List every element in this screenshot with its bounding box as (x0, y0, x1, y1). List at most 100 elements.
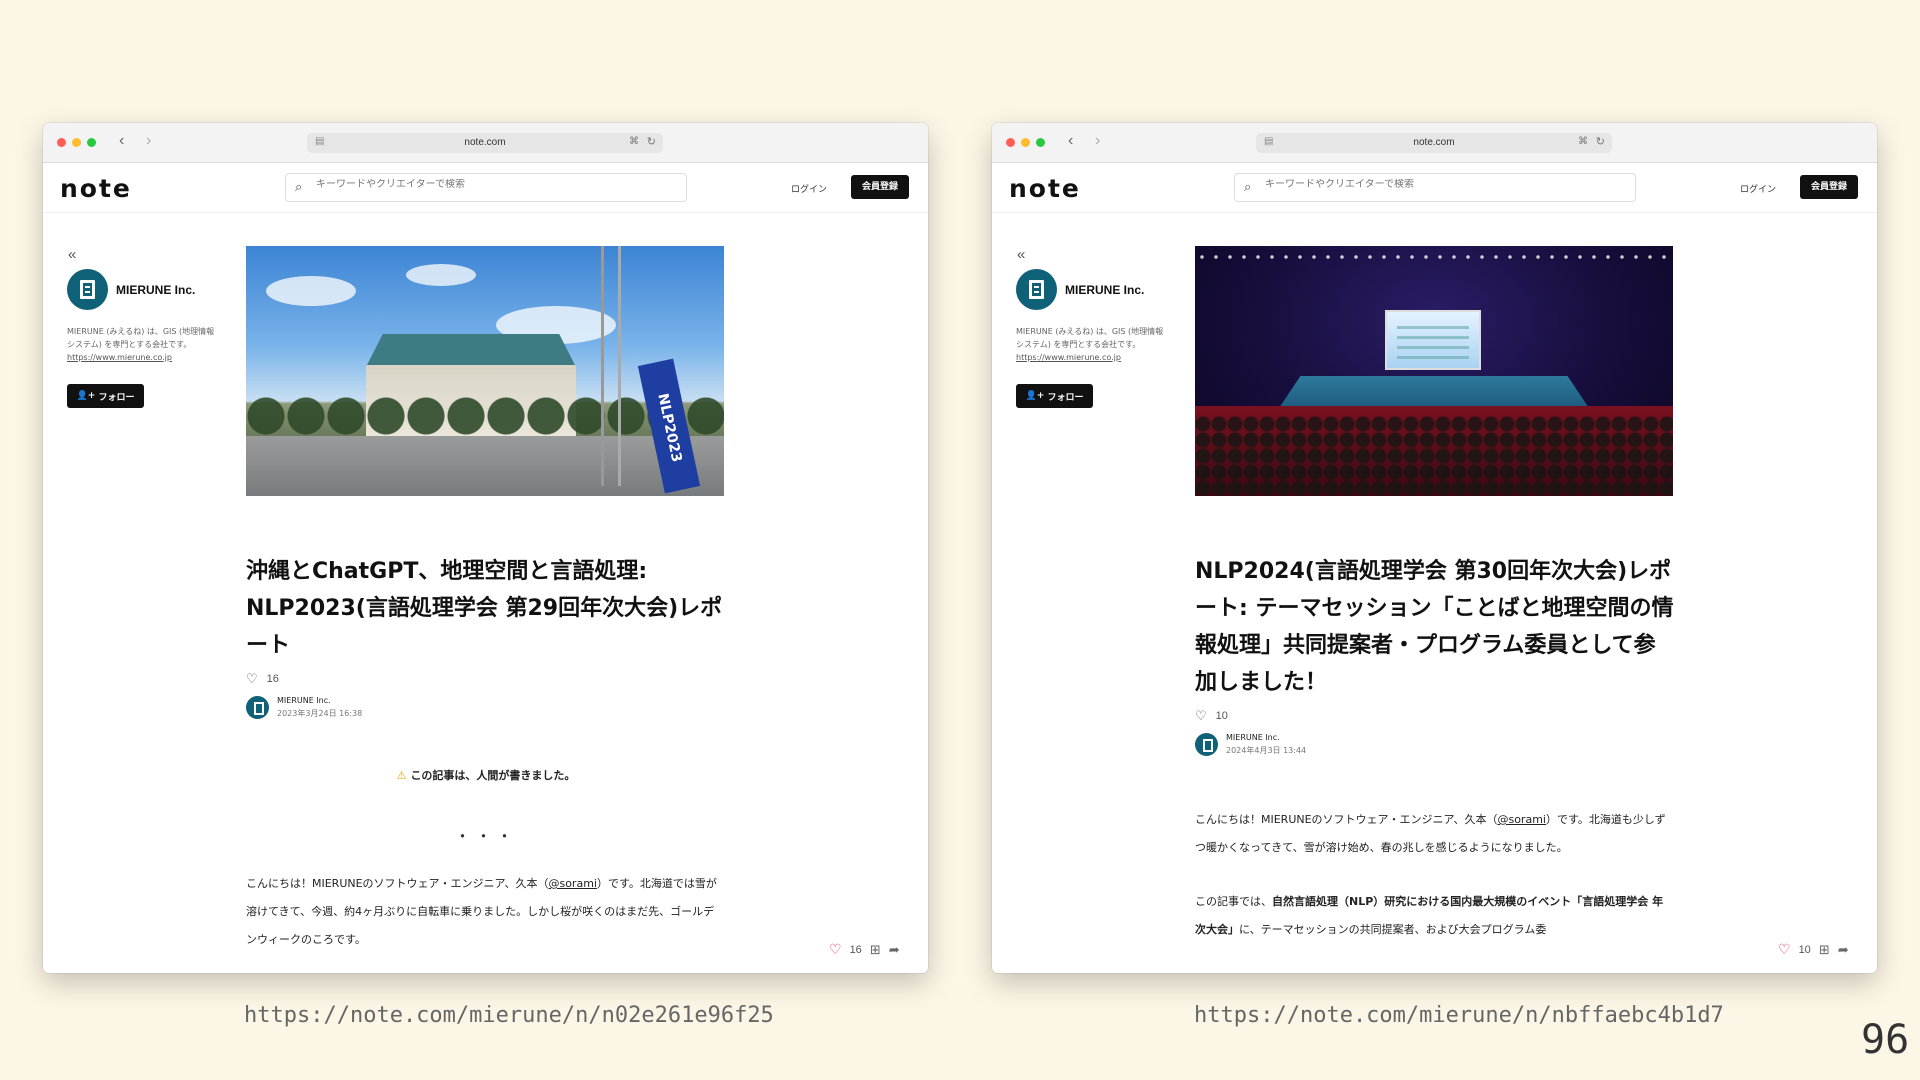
note-logo[interactable]: note (60, 174, 132, 203)
like-count[interactable]: ♡ 10 (1195, 708, 1675, 724)
note-logo[interactable]: note (1009, 174, 1081, 203)
minimize-window-button[interactable] (72, 138, 81, 147)
search-input[interactable] (1265, 179, 1625, 190)
like-count-value: 16 (266, 673, 279, 685)
creator-bio: MIERUNE (みえるね) は、GIS (地理情報システム) を専門とする会社… (1016, 325, 1166, 364)
body-text: こんにちは！MIERUNEのソフトウェア・エンジニア、久本（ (1195, 813, 1498, 826)
browser-toolbar: ‹ › ▤ note.com ⌘ ↻ (992, 123, 1877, 163)
floating-like-count: 10 (1798, 943, 1811, 956)
article-url-caption-right: https://note.com/mierune/n/nbffaebc4b1d7 (1194, 1003, 1724, 1028)
publish-date: 2024年4月3日 13:44 (1226, 746, 1307, 755)
follow-button[interactable]: 👤+ フォロー (67, 384, 144, 408)
back-arrow-icon[interactable]: ‹ (1068, 132, 1073, 150)
zoom-window-button[interactable] (87, 138, 96, 147)
bio-text: MIERUNE (みえるね) は、GIS (地理情報システム) を専門とする会社… (1016, 327, 1164, 349)
publish-date: 2023年3月24日 16:38 (277, 709, 363, 718)
creator-sidebar: « MIERUNE Inc. MIERUNE (みえるね) は、GIS (地理情… (1016, 246, 1166, 408)
window-controls[interactable] (1006, 138, 1045, 147)
avatar[interactable] (67, 269, 108, 310)
signup-button[interactable]: 会員登録 (851, 175, 909, 199)
creator-profile[interactable]: MIERUNE Inc. (67, 269, 217, 310)
collapse-icon[interactable]: « (1017, 246, 1166, 263)
address-bar[interactable]: ▤ note.com ⌘ ↻ (1256, 133, 1612, 153)
creator-sidebar: « MIERUNE Inc. MIERUNE (みえるね) は、GIS (地理情… (67, 246, 217, 408)
article-body: こんにちは！MIERUNEのソフトウェア・エンジニア、久本（@sorami）です… (246, 870, 722, 954)
like-count[interactable]: ♡ 16 (246, 671, 726, 687)
translate-icon[interactable]: ⌘ (629, 136, 639, 147)
hero-image-conference-hall (1195, 246, 1673, 496)
follow-label: フォロー (98, 392, 135, 403)
search-icon: ⌕ (1244, 179, 1252, 194)
like-count-value: 10 (1215, 710, 1228, 722)
follow-label: フォロー (1047, 392, 1084, 403)
close-window-button[interactable] (1006, 138, 1015, 147)
browser-toolbar: ‹ › ▤ note.com ⌘ ↻ (43, 123, 928, 163)
login-link[interactable]: ログイン (791, 182, 827, 195)
article-title: 沖縄とChatGPT、地理空間と言語処理: NLP2023(言語処理学会 第29… (246, 559, 723, 658)
warning-icon: ⚠ (396, 769, 407, 782)
bookmark-icon[interactable]: ⊞ (1819, 942, 1830, 958)
close-window-button[interactable] (57, 138, 66, 147)
collapse-icon[interactable]: « (68, 246, 217, 263)
bio-link[interactable]: https://www.mierune.co.jp (67, 353, 172, 362)
share-icon[interactable]: ➦ (1838, 942, 1849, 958)
article: NLP2023 沖縄とChatGPT、地理空間と言語処理: NLP2023(言語… (246, 246, 726, 954)
browser-window-left: ‹ › ▤ note.com ⌘ ↻ note ⌕ ログイン 会員登録 « MI… (43, 123, 928, 973)
heart-icon[interactable]: ♡ (1195, 708, 1207, 724)
reload-icon[interactable]: ↻ (647, 135, 656, 148)
address-bar[interactable]: ▤ note.com ⌘ ↻ (307, 133, 663, 153)
bookmark-icon[interactable]: ⊞ (870, 942, 881, 958)
notice-text: この記事は、人間が書きました。 (410, 769, 576, 782)
search-box[interactable]: ⌕ (1234, 173, 1636, 202)
back-arrow-icon[interactable]: ‹ (119, 132, 124, 150)
translate-icon[interactable]: ⌘ (1578, 136, 1588, 147)
action-bar: ♡ 10 ⊞ ➦ (1778, 941, 1849, 958)
forward-arrow-icon[interactable]: › (1095, 132, 1100, 150)
article-body: こんにちは！MIERUNEのソフトウェア・エンジニア、久本（@sorami）です… (1195, 806, 1671, 862)
human-written-notice: ⚠ この記事は、人間が書きました。 (246, 767, 726, 783)
heart-icon[interactable]: ♡ (829, 941, 842, 958)
add-user-icon: 👤+ (76, 391, 99, 401)
creator-name[interactable]: MIERUNE Inc. (1065, 283, 1144, 297)
article-meta: MIERUNE Inc. 2023年3月24日 16:38 (246, 696, 726, 719)
bio-link[interactable]: https://www.mierune.co.jp (1016, 353, 1121, 362)
url-text: note.com (464, 137, 506, 148)
search-input[interactable] (316, 179, 676, 190)
follow-button[interactable]: 👤+ フォロー (1016, 384, 1093, 408)
heart-icon[interactable]: ♡ (246, 671, 258, 687)
slide-page-number: 96 (1861, 1017, 1910, 1063)
site-header: note ⌕ ログイン 会員登録 (43, 163, 928, 213)
search-icon: ⌕ (295, 179, 303, 194)
author-name[interactable]: MIERUNE Inc. (1226, 733, 1306, 742)
minimize-window-button[interactable] (1021, 138, 1030, 147)
author-handle-link[interactable]: @sorami (1497, 813, 1546, 826)
heart-icon[interactable]: ♡ (1778, 941, 1791, 958)
zoom-window-button[interactable] (1036, 138, 1045, 147)
body2-text: この記事では、 (1195, 895, 1272, 908)
window-controls[interactable] (57, 138, 96, 147)
site-header: note ⌕ ログイン 会員登録 (992, 163, 1877, 213)
login-link[interactable]: ログイン (1740, 182, 1776, 195)
article: NLP2024(言語処理学会 第30回年次大会)レポート: テーマセッション「こ… (1195, 246, 1675, 944)
section-separator: ・・・ (454, 829, 518, 846)
author-avatar[interactable] (1195, 733, 1218, 756)
creator-name[interactable]: MIERUNE Inc. (116, 283, 195, 297)
add-user-icon: 👤+ (1025, 391, 1048, 401)
avatar[interactable] (1016, 269, 1057, 310)
article-meta: MIERUNE Inc. 2024年4月3日 13:44 (1195, 733, 1675, 756)
action-bar: ♡ 16 ⊞ ➦ (829, 941, 900, 958)
article-url-caption-left: https://note.com/mierune/n/n02e261e96f25 (244, 1003, 774, 1028)
author-handle-link[interactable]: @sorami (548, 877, 597, 890)
forward-arrow-icon[interactable]: › (146, 132, 151, 150)
author-name[interactable]: MIERUNE Inc. (277, 696, 362, 705)
floating-like-count: 16 (849, 943, 862, 956)
url-text: note.com (1413, 137, 1455, 148)
reload-icon[interactable]: ↻ (1596, 135, 1605, 148)
signup-button[interactable]: 会員登録 (1800, 175, 1858, 199)
search-box[interactable]: ⌕ (285, 173, 687, 202)
creator-profile[interactable]: MIERUNE Inc. (1016, 269, 1166, 310)
author-avatar[interactable] (246, 696, 269, 719)
share-icon[interactable]: ➦ (889, 942, 900, 958)
bio-text: MIERUNE (みえるね) は、GIS (地理情報システム) を専門とする会社… (67, 327, 215, 349)
body-text: こんにちは！MIERUNEのソフトウェア・エンジニア、久本（ (246, 877, 549, 890)
